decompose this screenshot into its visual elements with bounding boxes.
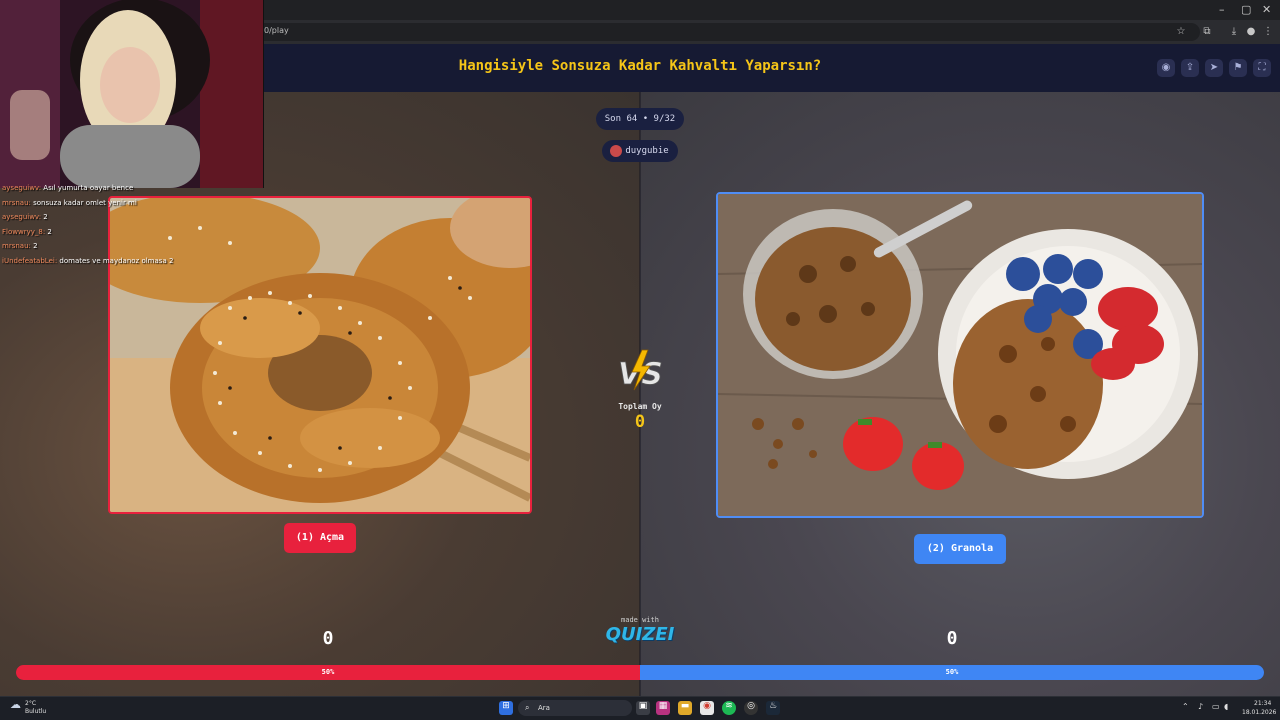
total-votes-label: Toplam Oy <box>618 402 662 411</box>
address-bar[interactable] <box>250 23 1200 41</box>
profile-avatar-icon[interactable]: ● <box>1244 25 1258 39</box>
bookmark-star-icon[interactable]: ☆ <box>1174 25 1188 39</box>
made-with-text: made with <box>621 616 659 624</box>
send-icon[interactable]: ➤ <box>1205 59 1223 77</box>
download-icon[interactable]: ⤓ <box>1227 25 1241 39</box>
taskbar-search-placeholder: Ara <box>538 704 550 712</box>
task-view-icon[interactable]: ▣ <box>636 701 650 715</box>
streamer-webcam-image <box>0 0 263 188</box>
file-explorer-icon[interactable]: ▬ <box>678 701 692 715</box>
option-right-score: 0 <box>946 628 958 649</box>
start-menu-icon[interactable]: ⊞ <box>499 701 513 715</box>
chat-message: Flowwryy_8: 2 <box>2 227 52 236</box>
creator-name: duygubie <box>625 146 669 156</box>
total-votes-value: 0 <box>634 412 646 432</box>
close-window-button[interactable]: ✕ <box>1262 3 1271 16</box>
quizei-logo[interactable]: QUIZEI <box>600 624 680 645</box>
granola-bowl-image <box>718 194 1202 516</box>
taskbar-search[interactable] <box>518 700 632 716</box>
clock-time[interactable]: 21:34 <box>1254 700 1271 707</box>
vote-percent-right: 50% <box>945 668 959 676</box>
eye-icon[interactable]: ◉ <box>1157 59 1175 77</box>
creator-avatar-icon <box>610 145 622 157</box>
browser-menu-icon[interactable]: ⋮ <box>1261 25 1275 39</box>
steam-icon[interactable]: ♨ <box>766 701 780 715</box>
extensions-icon[interactable]: ⧉ <box>1200 25 1214 39</box>
round-stage-badge: Son 64 • 9/32 <box>596 108 684 130</box>
chat-message: mrsnau: sonsuza kadar omlet yenir mi <box>2 198 137 207</box>
share-icon[interactable]: ⇪ <box>1181 59 1199 77</box>
tray-chevron-icon[interactable]: ⌃ <box>1182 702 1189 711</box>
clock-date[interactable]: 18.01.2026 <box>1242 709 1276 716</box>
obs-icon[interactable]: ◎ <box>744 701 758 715</box>
option-left-button[interactable]: (1) Açma <box>284 523 356 553</box>
minimize-button[interactable]: – <box>1219 3 1225 16</box>
versus-icon: VS <box>618 349 663 392</box>
option-right-button[interactable]: (2) Granola <box>914 534 1006 564</box>
photos-app-icon[interactable]: ▦ <box>656 701 670 715</box>
chat-message: ayseguiwv: 2 <box>2 213 48 221</box>
option-left-score: 0 <box>322 628 334 649</box>
vote-split-bar: 50% 50% <box>16 665 1264 680</box>
streamer-webcam <box>0 0 264 188</box>
chat-message: iUndefeatabLei: domates ve maydanoz olma… <box>2 256 174 265</box>
stream-chat: ayseguiwv: Asıl yumurta oayar bence mrsn… <box>2 184 202 271</box>
microphone-icon[interactable]: ♪ <box>1198 702 1203 711</box>
vote-percent-left: 50% <box>321 668 335 676</box>
creator-badge[interactable]: duygubie <box>602 140 678 162</box>
flag-icon[interactable]: ⚑ <box>1229 59 1247 77</box>
address-bar-url: 0/play <box>264 26 289 35</box>
maximize-button[interactable]: ▢ <box>1241 3 1251 16</box>
chat-message: mrsnau: 2 <box>2 242 38 250</box>
network-icon[interactable]: ▭ <box>1212 702 1220 711</box>
spotify-icon[interactable]: ≋ <box>722 701 736 715</box>
volume-icon[interactable]: ◖ <box>1224 702 1228 711</box>
fullscreen-icon[interactable]: ⛶ <box>1253 59 1271 77</box>
center-divider <box>639 92 641 696</box>
weather-temp: 2°C <box>25 700 37 707</box>
weather-icon[interactable]: ☁ <box>10 698 21 711</box>
weather-desc: Bulutlu <box>25 708 47 715</box>
screen: – ▢ ✕ 0/play ☆ ⧉ ⤓ ● ⋮ Hangisiyle Sonsuz… <box>0 0 1280 720</box>
search-icon: ⌕ <box>525 703 530 712</box>
chrome-icon[interactable]: ◉ <box>700 701 714 715</box>
chat-message: ayseguiwv: Asıl yumurta oayar bence <box>2 184 134 192</box>
option-right-image[interactable] <box>716 192 1204 518</box>
